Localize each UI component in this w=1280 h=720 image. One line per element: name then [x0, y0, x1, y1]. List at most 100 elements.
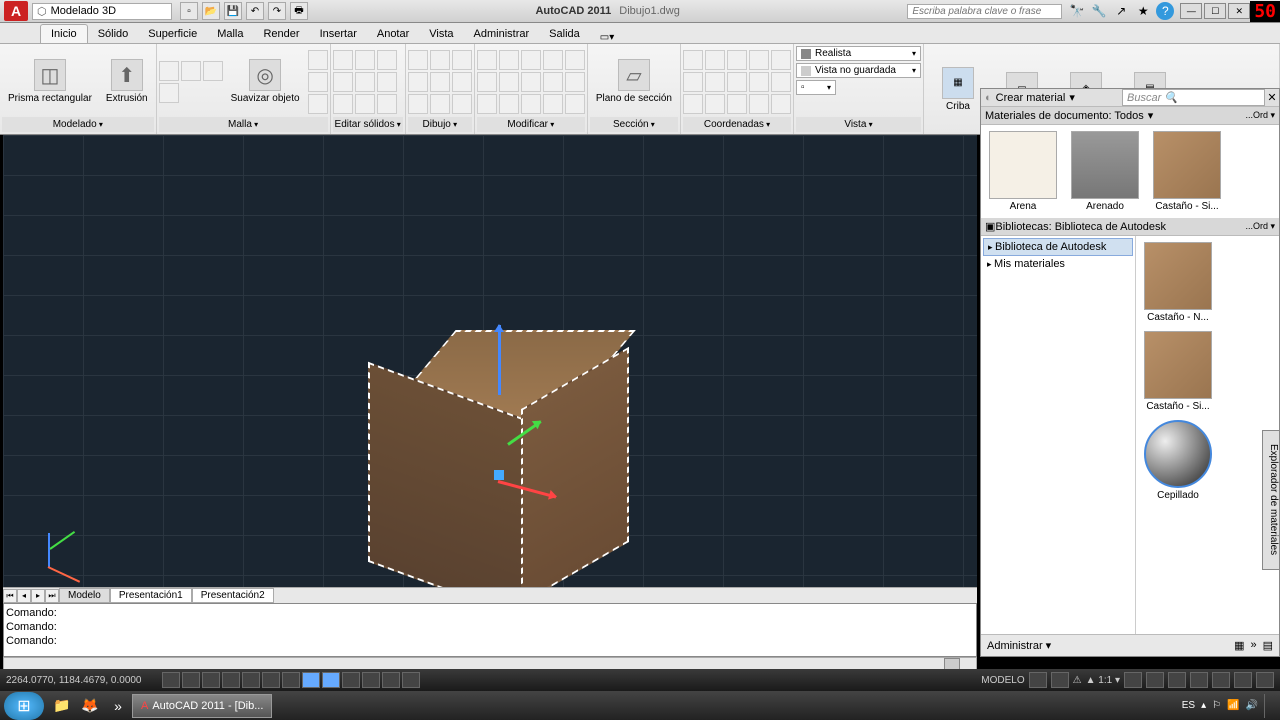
se-btn[interactable] — [333, 94, 353, 114]
polar-toggle[interactable] — [222, 672, 240, 688]
undo-icon[interactable]: ↶ — [246, 2, 264, 20]
c-btn[interactable] — [705, 94, 725, 114]
close-panel-icon[interactable]: ✕ — [1265, 91, 1279, 104]
panel-title-editar-solidos[interactable]: Editar sólidos — [333, 117, 403, 132]
suavizar-button[interactable]: Suavizar objeto — [225, 57, 306, 106]
extrusion-button[interactable]: Extrusión — [100, 57, 154, 106]
tree-my-materials[interactable]: Mis materiales — [983, 256, 1133, 272]
tab-modelo[interactable]: Modelo — [59, 588, 110, 603]
d-btn[interactable] — [452, 94, 472, 114]
tab-presentacion1[interactable]: Presentación1 — [110, 588, 192, 603]
panel-title-dibujo[interactable]: Dibujo — [408, 117, 472, 132]
m-btn[interactable] — [477, 50, 497, 70]
key-icon[interactable]: 🔧 — [1090, 2, 1108, 20]
m-btn[interactable] — [499, 94, 519, 114]
m-btn[interactable] — [521, 50, 541, 70]
tab-insertar[interactable]: Insertar — [310, 25, 367, 43]
mesh-btn[interactable] — [308, 50, 328, 70]
lwt-toggle[interactable] — [342, 672, 360, 688]
close-button[interactable]: ✕ — [1228, 3, 1250, 19]
tab-superficie[interactable]: Superficie — [138, 25, 207, 43]
taskbar-autocad[interactable]: AAutoCAD 2011 - [Dib... — [132, 694, 272, 718]
redo-icon[interactable]: ↷ — [268, 2, 286, 20]
status-btn[interactable] — [1212, 672, 1230, 688]
tree-autodesk-library[interactable]: Biblioteca de Autodesk — [983, 238, 1133, 256]
admin-dropdown[interactable]: Administrar ▾ — [987, 639, 1051, 652]
tray-arrow-icon[interactable]: ▴ — [1201, 700, 1206, 711]
firefox-icon[interactable]: 🦊 — [78, 694, 102, 718]
command-window[interactable]: Comando: Comando: Comando: — [3, 603, 977, 657]
se-btn[interactable] — [355, 50, 375, 70]
mesh-btn[interactable] — [203, 61, 223, 81]
tpy-toggle[interactable] — [362, 672, 380, 688]
status-btn[interactable] — [1051, 672, 1069, 688]
c-btn[interactable] — [705, 72, 725, 92]
tab-render[interactable]: Render — [253, 25, 309, 43]
m-btn[interactable] — [543, 72, 563, 92]
panel-title-coordenadas[interactable]: Coordenadas — [683, 117, 791, 132]
m-btn[interactable] — [565, 72, 585, 92]
c-btn[interactable] — [705, 50, 725, 70]
c-btn[interactable] — [749, 72, 769, 92]
command-prompt-line[interactable]: Comando: — [6, 634, 974, 648]
panel-title-malla[interactable]: Malla — [159, 117, 328, 132]
material-search-input[interactable]: Buscar 🔍 — [1122, 89, 1265, 106]
d-btn[interactable] — [408, 50, 428, 70]
prisma-button[interactable]: Prisma rectangular — [2, 57, 98, 106]
mesh-btn[interactable] — [308, 72, 328, 92]
new-icon[interactable]: ▫ — [180, 2, 198, 20]
d-btn[interactable] — [430, 94, 450, 114]
c-btn[interactable] — [727, 94, 747, 114]
m-btn[interactable] — [477, 72, 497, 92]
tab-salida[interactable]: Salida — [539, 25, 590, 43]
status-btn[interactable] — [1168, 672, 1186, 688]
mesh-btn[interactable] — [308, 94, 328, 114]
c-btn[interactable] — [771, 94, 791, 114]
flag-icon[interactable]: ⚐ — [1212, 700, 1221, 711]
scale-combo[interactable]: ▲ 1:1 ▾ — [1086, 675, 1120, 686]
gizmo-origin[interactable] — [494, 470, 504, 480]
layout-last[interactable]: ⏭ — [45, 589, 59, 603]
panel-title-modelado[interactable]: Modelado — [2, 117, 154, 132]
tab-inicio[interactable]: Inicio — [40, 24, 88, 43]
star-icon[interactable]: ★ — [1134, 2, 1152, 20]
status-btn[interactable] — [1124, 672, 1142, 688]
annotation-icon[interactable]: ⚠ — [1073, 675, 1082, 686]
m-btn[interactable] — [477, 94, 497, 114]
model-label[interactable]: MODELO — [981, 675, 1024, 686]
network-icon[interactable]: 📶 — [1227, 700, 1239, 711]
material-castano-si2[interactable]: Castaño - Si... — [1142, 331, 1214, 412]
visual-style-combo[interactable]: Realista — [796, 46, 921, 61]
osnap-toggle[interactable] — [242, 672, 260, 688]
3dosnap-toggle[interactable] — [262, 672, 280, 688]
c-btn[interactable] — [683, 94, 703, 114]
materials-explorer-tab[interactable]: Explorador de materiales — [1262, 430, 1280, 570]
d-btn[interactable] — [408, 94, 428, 114]
minimize-button[interactable]: — — [1180, 3, 1202, 19]
m-btn[interactable] — [499, 72, 519, 92]
tab-solido[interactable]: Sólido — [88, 25, 139, 43]
m-btn[interactable] — [499, 50, 519, 70]
otrack-toggle[interactable] — [282, 672, 300, 688]
create-material-dropdown[interactable]: Crear material ▾ — [981, 91, 1122, 104]
library-header[interactable]: ▣ Bibliotecas: Biblioteca de Autodesk ..… — [981, 218, 1279, 236]
lang-indicator[interactable]: ES — [1182, 700, 1195, 711]
m-btn[interactable] — [543, 94, 563, 114]
mesh-btn[interactable] — [159, 61, 179, 81]
ribbon-expand-icon[interactable]: ▭▾ — [600, 32, 614, 43]
ortho-toggle[interactable] — [202, 672, 220, 688]
snap-toggle[interactable] — [162, 672, 180, 688]
m-btn[interactable] — [521, 72, 541, 92]
tab-anotar[interactable]: Anotar — [367, 25, 419, 43]
tab-presentacion2[interactable]: Presentación2 — [192, 588, 274, 603]
material-castano-si[interactable]: Castaño - Si... — [1151, 131, 1223, 212]
material-arenado[interactable]: Arenado — [1069, 131, 1141, 212]
m-btn[interactable] — [543, 50, 563, 70]
sc-toggle[interactable] — [402, 672, 420, 688]
tab-administrar[interactable]: Administrar — [464, 25, 540, 43]
se-btn[interactable] — [377, 50, 397, 70]
c-btn[interactable] — [727, 72, 747, 92]
c-btn[interactable] — [749, 94, 769, 114]
c-btn[interactable] — [727, 50, 747, 70]
tab-malla[interactable]: Malla — [207, 25, 253, 43]
